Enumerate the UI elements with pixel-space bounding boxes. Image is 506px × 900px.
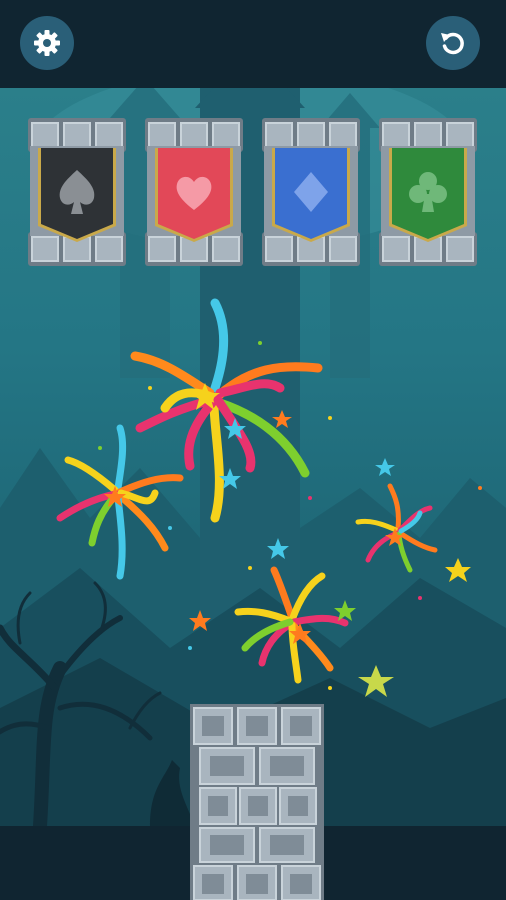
stock-tower[interactable] — [190, 704, 324, 900]
foundation-spades[interactable] — [28, 118, 126, 266]
restart-icon — [441, 32, 464, 55]
settings-button[interactable] — [20, 16, 74, 70]
foundation-hearts[interactable] — [145, 118, 243, 266]
top-toolbar — [0, 0, 506, 88]
gear-icon — [34, 30, 60, 56]
foundation-clubs[interactable] — [379, 118, 477, 266]
restart-button[interactable] — [426, 16, 480, 70]
foundation-diamonds[interactable] — [262, 118, 360, 266]
